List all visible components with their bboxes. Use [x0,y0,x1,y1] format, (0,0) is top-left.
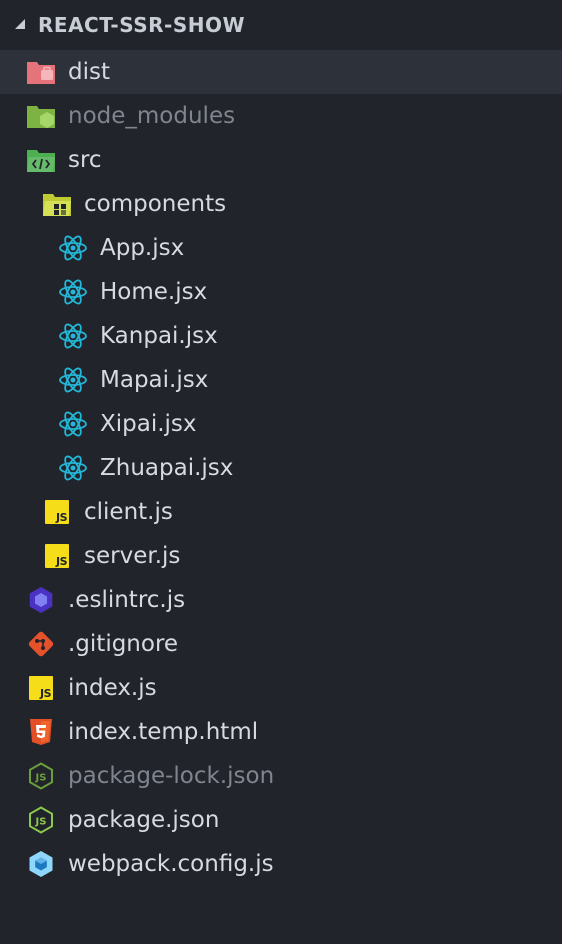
tree-item-label: package-lock.json [68,763,275,789]
tree-item-label: webpack.config.js [68,851,274,877]
tree-item-index-js[interactable]: JS index.js [0,666,562,710]
tree-item-server-js[interactable]: JS server.js [0,534,562,578]
tree-item-node-modules[interactable]: node_modules [0,94,562,138]
tree-item-label: .eslintrc.js [68,587,186,613]
svg-text:JS: JS [35,817,47,828]
file-tree: dist node_modules src components App.jsx… [0,50,562,886]
tree-item-label: src [68,147,102,173]
tree-item-label: server.js [84,543,181,569]
tree-item-label: node_modules [68,103,236,129]
tree-item-label: client.js [84,499,173,525]
tree-item-label: components [84,191,227,217]
project-title: REACT-SSR-SHOW [38,13,246,37]
tree-item-eslintrc[interactable]: .eslintrc.js [0,578,562,622]
tree-item-label: Mapai.jsx [100,367,209,393]
tree-item-gitignore[interactable]: .gitignore [0,622,562,666]
tree-item-src[interactable]: src [0,138,562,182]
tree-item-package-lock-json[interactable]: JS package-lock.json [0,754,562,798]
chevron-down-icon[interactable] [14,18,28,32]
folder-dist-icon [26,57,56,87]
tree-item-client-js[interactable]: JS client.js [0,490,562,534]
nodejs-icon: JS [26,805,56,835]
tree-item-mapai-jsx[interactable]: Mapai.jsx [0,358,562,402]
explorer-header[interactable]: REACT-SSR-SHOW [0,0,562,50]
react-icon [58,365,88,395]
react-icon [58,409,88,439]
react-icon [58,233,88,263]
react-icon [58,453,88,483]
react-icon [58,321,88,351]
tree-item-label: App.jsx [100,235,185,261]
tree-item-label: Kanpai.jsx [100,323,218,349]
tree-item-package-json[interactable]: JS package.json [0,798,562,842]
webpack-icon [26,849,56,879]
tree-item-label: index.js [68,675,157,701]
tree-item-components[interactable]: components [0,182,562,226]
react-icon [58,277,88,307]
tree-item-zhuapai-jsx[interactable]: Zhuapai.jsx [0,446,562,490]
svg-text:JS: JS [35,773,47,784]
git-icon [26,629,56,659]
folder-components-icon [42,189,72,219]
tree-item-label: package.json [68,807,220,833]
folder-node-icon [26,101,56,131]
javascript-icon: JS [42,497,72,527]
javascript-icon: JS [26,673,56,703]
file-explorer: REACT-SSR-SHOW dist node_modules src com… [0,0,562,944]
tree-item-home-jsx[interactable]: Home.jsx [0,270,562,314]
tree-item-kanpai-jsx[interactable]: Kanpai.jsx [0,314,562,358]
tree-item-xipai-jsx[interactable]: Xipai.jsx [0,402,562,446]
tree-item-label: Home.jsx [100,279,208,305]
tree-item-label: index.temp.html [68,719,259,745]
tree-item-label: dist [68,59,110,85]
tree-item-app-jsx[interactable]: App.jsx [0,226,562,270]
tree-item-index-temp-html[interactable]: index.temp.html [0,710,562,754]
tree-item-label: Xipai.jsx [100,411,197,437]
tree-item-label: .gitignore [68,631,179,657]
folder-src-icon [26,145,56,175]
html5-icon [26,717,56,747]
nodejs-icon: JS [26,761,56,791]
javascript-icon: JS [42,541,72,571]
eslint-icon [26,585,56,615]
tree-item-webpack-config[interactable]: webpack.config.js [0,842,562,886]
tree-item-label: Zhuapai.jsx [100,455,234,481]
tree-item-dist[interactable]: dist [0,50,562,94]
